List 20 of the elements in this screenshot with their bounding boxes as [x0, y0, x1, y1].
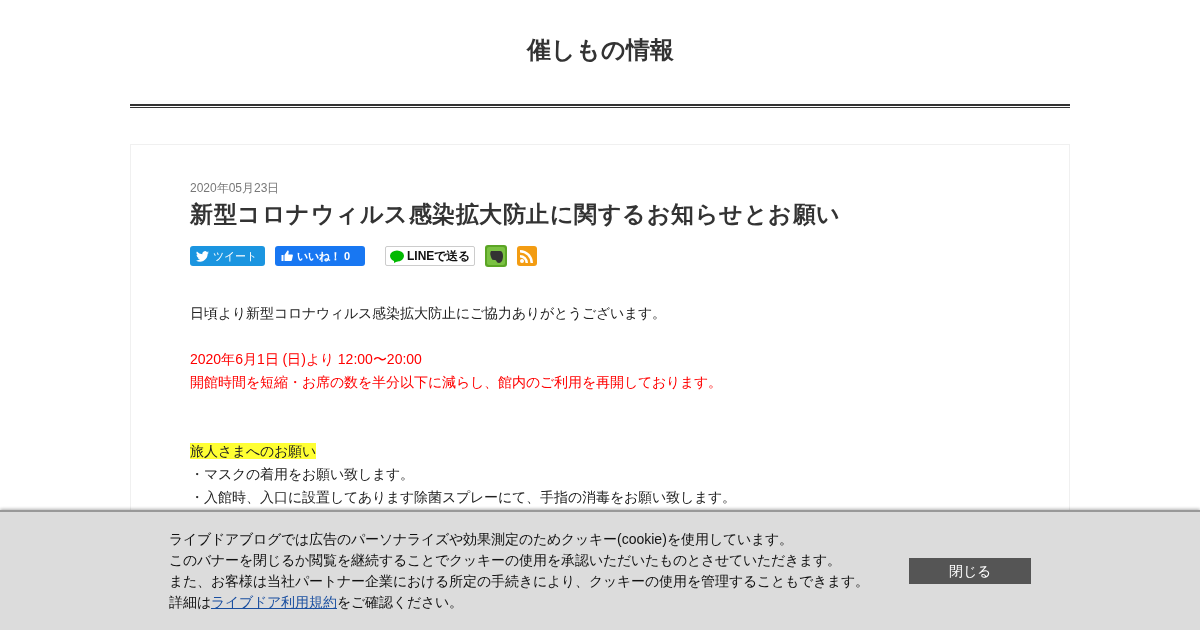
bird-icon	[196, 250, 209, 262]
body-text: ・マスクの着用をお願い致します。	[190, 466, 414, 482]
section-heading: 旅人さまへのお願い	[190, 443, 316, 459]
post-title: 新型コロナウィルス感染拡大防止に関するお知らせとお願い	[190, 200, 842, 229]
notice-text: 開館時間を短縮・お席の数を半分以下に減らし、館内のご利用を再開しております。	[190, 374, 722, 390]
cookie-notice-text: ライブドアブログでは広告のパーソナライズや効果測定のためクッキー(cookie)を使用しています。	[169, 531, 793, 547]
chat-bubble-icon	[390, 249, 404, 263]
cookie-notice-text: 詳細はライブドア利用規約をご確認ください。	[169, 594, 463, 610]
notice-text: 2020年6月1日 (日)より 12:00〜20:00	[190, 351, 422, 367]
line-share-button[interactable]: LINEで送る	[385, 246, 476, 266]
cookie-notice-text: このバナーを閉じるか閲覧を継続することでクッキーの使用を承認いただいたものとさせていただきます。	[169, 552, 841, 568]
body-text: 日頃より新型コロナウィルス感染拡大防止にご協力ありがとうございます。	[190, 305, 666, 321]
close-button[interactable]: 閉じる	[909, 558, 1031, 584]
body-text: ・入館時、入口に設置してあります除菌スプレーにて、手指の消毒をお願い致します。	[190, 489, 736, 505]
post-date: 2020年05月23日	[190, 180, 280, 197]
cookie-notice-text: また、お客様は当社パートナー企業における所定の手続きにより、クッキーの使用を管理することもできます。	[169, 573, 869, 589]
like-button[interactable]: いいね！ 0	[275, 246, 365, 266]
thumbs-up-icon	[281, 250, 293, 262]
terms-link[interactable]: ライブドア利用規約	[211, 594, 337, 610]
blog-title[interactable]: 催しもの情報	[526, 32, 674, 68]
